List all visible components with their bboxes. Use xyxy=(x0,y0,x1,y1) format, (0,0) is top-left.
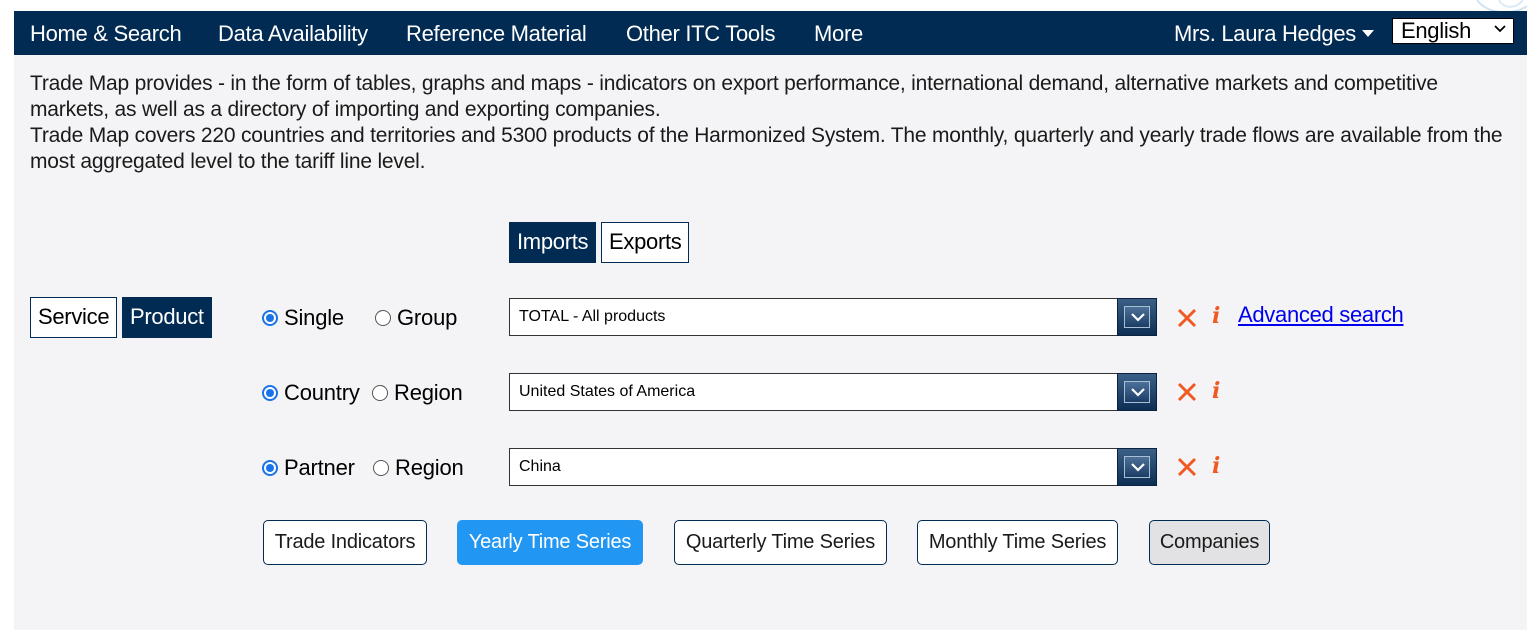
partner-combobox[interactable]: China xyxy=(509,448,1157,486)
nav-more[interactable]: More xyxy=(814,21,863,47)
top-strip xyxy=(0,0,1527,11)
partner-radio-option[interactable]: Partner xyxy=(262,455,355,481)
exports-toggle[interactable]: Exports xyxy=(601,222,690,263)
product-toggle[interactable]: Product xyxy=(122,297,212,338)
trade-indicators-button[interactable]: Trade Indicators xyxy=(263,520,427,565)
country-label: Country xyxy=(284,380,360,405)
chevron-down-icon xyxy=(1494,25,1506,33)
monthly-time-series-button[interactable]: Monthly Time Series xyxy=(917,520,1118,565)
partner-info-icon[interactable]: i xyxy=(1212,453,1220,479)
clear-partner-icon[interactable] xyxy=(1176,456,1198,478)
group-radio-option[interactable]: Group xyxy=(375,305,457,331)
country-info-icon[interactable]: i xyxy=(1212,378,1220,404)
group-label: Group xyxy=(397,305,458,330)
partner-label: Partner xyxy=(284,455,355,480)
country-region-radio-option[interactable]: Region xyxy=(372,380,463,406)
country-dropdown-button[interactable] xyxy=(1117,373,1157,411)
chevron-down-icon xyxy=(1131,313,1145,322)
single-label: Single xyxy=(284,305,344,330)
nav-data-availability[interactable]: Data Availability xyxy=(218,21,368,47)
intro-text: Trade Map provides - in the form of tabl… xyxy=(30,71,1510,175)
product-value: TOTAL - All products xyxy=(519,308,666,325)
imports-toggle[interactable]: Imports xyxy=(509,222,597,263)
country-region-label: Region xyxy=(394,380,463,405)
intro-paragraph-1: Trade Map provides - in the form of tabl… xyxy=(30,72,1438,121)
country-region-radio[interactable] xyxy=(372,385,388,401)
companies-button[interactable]: Companies xyxy=(1149,520,1270,565)
clear-country-icon[interactable] xyxy=(1176,381,1198,403)
chevron-down-icon xyxy=(1131,388,1145,397)
partner-value: China xyxy=(519,458,561,475)
partner-region-radio-option[interactable]: Region xyxy=(373,455,464,481)
product-dropdown-button[interactable] xyxy=(1117,298,1157,336)
country-radio[interactable] xyxy=(262,385,278,401)
yearly-time-series-button[interactable]: Yearly Time Series xyxy=(457,520,643,565)
user-name: Mrs. Laura Hedges xyxy=(1174,21,1356,46)
caret-down-icon xyxy=(1362,30,1374,37)
nav-other-itc-tools[interactable]: Other ITC Tools xyxy=(626,21,775,47)
service-toggle[interactable]: Service xyxy=(30,297,118,338)
main-content: Trade Map provides - in the form of tabl… xyxy=(14,55,1527,630)
chevron-down-icon xyxy=(1131,463,1145,472)
intro-paragraph-2: Trade Map covers 220 countries and terri… xyxy=(30,124,1503,173)
partner-region-label: Region xyxy=(395,455,464,480)
user-menu[interactable]: Mrs. Laura Hedges xyxy=(1174,21,1374,47)
language-value: English xyxy=(1401,18,1472,43)
country-radio-option[interactable]: Country xyxy=(262,380,360,406)
partner-radio[interactable] xyxy=(262,460,278,476)
advanced-search-link[interactable]: Advanced search xyxy=(1238,302,1404,328)
partner-region-radio[interactable] xyxy=(373,460,389,476)
product-combobox[interactable]: TOTAL - All products xyxy=(509,298,1157,336)
product-info-icon[interactable]: i xyxy=(1212,303,1220,329)
language-select[interactable]: English xyxy=(1392,18,1514,44)
top-navigation-bar: Home & Search Data Availability Referenc… xyxy=(14,11,1527,55)
nav-home-search[interactable]: Home & Search xyxy=(30,21,182,47)
clear-product-icon[interactable] xyxy=(1176,307,1198,329)
quarterly-time-series-button[interactable]: Quarterly Time Series xyxy=(674,520,887,565)
group-radio[interactable] xyxy=(375,310,391,326)
nav-reference-material[interactable]: Reference Material xyxy=(406,21,587,47)
country-value: United States of America xyxy=(519,383,696,400)
partner-dropdown-button[interactable] xyxy=(1117,448,1157,486)
single-radio[interactable] xyxy=(262,310,278,326)
single-radio-option[interactable]: Single xyxy=(262,305,344,331)
country-combobox[interactable]: United States of America xyxy=(509,373,1157,411)
